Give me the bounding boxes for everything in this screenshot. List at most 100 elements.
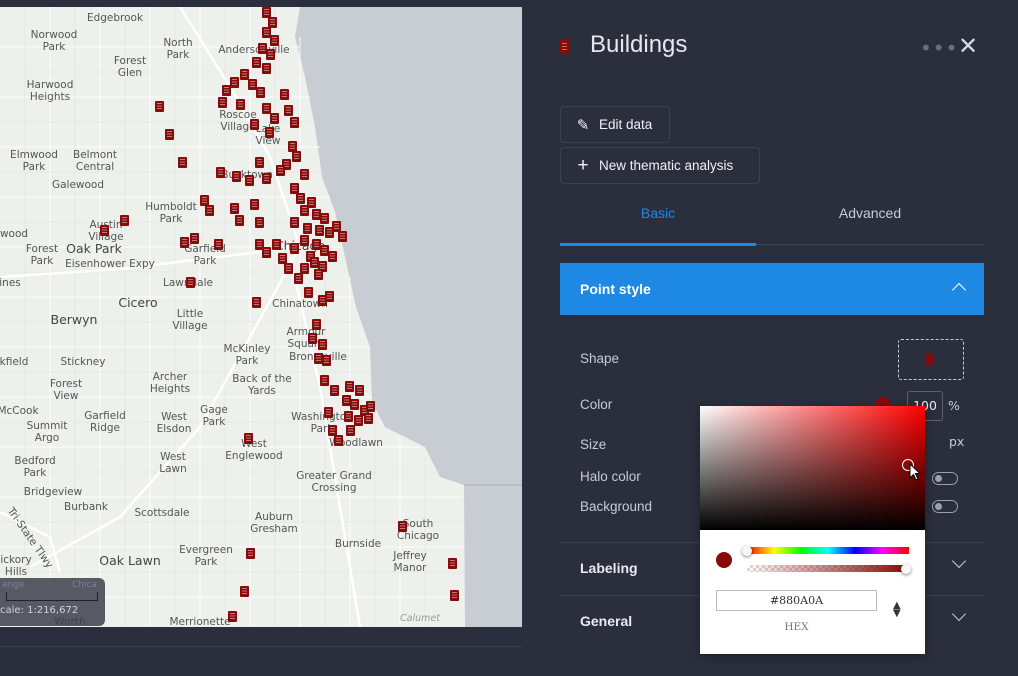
building-marker[interactable]: [262, 247, 271, 258]
building-marker[interactable]: [346, 425, 355, 436]
edit-data-button[interactable]: ✎ Edit data: [560, 106, 670, 143]
building-marker[interactable]: [120, 215, 129, 226]
map-view[interactable]: Edgebrook Norwood Park North Park Andersonv…: [0, 7, 522, 627]
hue-slider[interactable]: [747, 547, 909, 554]
building-marker[interactable]: [290, 243, 299, 254]
building-marker[interactable]: [318, 339, 327, 350]
building-marker[interactable]: [322, 355, 331, 366]
new-thematic-analysis-button[interactable]: + New thematic analysis: [560, 147, 760, 184]
building-marker[interactable]: [308, 333, 317, 344]
building-marker[interactable]: [314, 269, 323, 280]
hex-input[interactable]: #880A0A: [716, 590, 877, 611]
building-marker[interactable]: [350, 399, 359, 410]
building-marker[interactable]: [165, 129, 174, 140]
building-marker[interactable]: [265, 127, 274, 138]
building-marker[interactable]: [364, 413, 373, 424]
building-marker[interactable]: [236, 99, 245, 110]
building-marker[interactable]: [186, 277, 195, 288]
more-icon[interactable]: •••: [920, 36, 958, 60]
alpha-slider[interactable]: [747, 565, 909, 572]
building-marker[interactable]: [324, 407, 333, 418]
building-marker[interactable]: [214, 239, 223, 250]
building-marker[interactable]: [266, 49, 275, 60]
building-marker[interactable]: [218, 97, 227, 108]
building-marker[interactable]: [334, 435, 343, 446]
building-marker[interactable]: [330, 385, 339, 396]
hue-slider-handle[interactable]: [742, 546, 752, 556]
building-marker[interactable]: [245, 175, 254, 186]
building-marker[interactable]: [240, 586, 249, 597]
building-marker[interactable]: [230, 77, 239, 88]
shape-selector[interactable]: [898, 339, 964, 380]
building-marker[interactable]: [216, 167, 225, 178]
building-marker[interactable]: [290, 217, 299, 228]
point-style-section-header[interactable]: Point style: [560, 263, 984, 315]
tab-advanced[interactable]: Advanced: [772, 205, 968, 221]
tab-basic[interactable]: Basic: [560, 205, 756, 221]
close-icon[interactable]: ✕: [958, 34, 978, 58]
alpha-slider-handle[interactable]: [901, 564, 911, 574]
building-marker[interactable]: [315, 225, 324, 236]
building-marker[interactable]: [320, 213, 329, 224]
building-marker[interactable]: [232, 171, 241, 182]
building-marker[interactable]: [345, 381, 354, 392]
building-marker[interactable]: [100, 225, 109, 236]
building-marker[interactable]: [252, 297, 261, 308]
building-marker[interactable]: [320, 375, 329, 386]
building-marker[interactable]: [300, 235, 309, 246]
building-marker[interactable]: [230, 203, 239, 214]
building-marker[interactable]: [222, 85, 231, 96]
place-label: Calumet: [400, 613, 440, 624]
building-marker[interactable]: [290, 117, 299, 128]
building-marker[interactable]: [398, 521, 407, 532]
building-marker[interactable]: [366, 401, 375, 412]
building-marker[interactable]: [276, 165, 285, 176]
building-marker[interactable]: [270, 113, 279, 124]
building-marker[interactable]: [262, 63, 271, 74]
building-marker[interactable]: [180, 237, 189, 248]
building-marker[interactable]: [178, 157, 187, 168]
format-toggle-icon[interactable]: ▲ ▼: [893, 601, 901, 619]
building-marker[interactable]: [255, 157, 264, 168]
building-marker[interactable]: [354, 415, 363, 426]
building-marker[interactable]: [255, 217, 264, 228]
building-marker[interactable]: [272, 239, 281, 250]
building-marker[interactable]: [244, 433, 253, 444]
building-marker[interactable]: [155, 101, 164, 112]
place-label: Eisenhower Expy: [65, 258, 155, 270]
building-marker[interactable]: [280, 89, 289, 100]
building-marker[interactable]: [450, 590, 459, 601]
building-marker[interactable]: [228, 611, 237, 622]
building-marker[interactable]: [205, 205, 214, 216]
building-marker[interactable]: [355, 385, 364, 396]
building-marker[interactable]: [344, 411, 353, 422]
building-marker[interactable]: [294, 273, 303, 284]
building-marker[interactable]: [190, 233, 199, 244]
halo-color-toggle[interactable]: [932, 472, 958, 485]
building-marker[interactable]: [262, 173, 271, 184]
building-marker[interactable]: [300, 169, 309, 180]
building-marker[interactable]: [325, 291, 334, 302]
building-marker[interactable]: [328, 251, 337, 262]
building-marker[interactable]: [303, 223, 312, 234]
saturation-area[interactable]: [700, 406, 925, 530]
background-toggle[interactable]: [932, 500, 958, 513]
building-marker[interactable]: [296, 193, 305, 204]
building-marker[interactable]: [250, 199, 259, 210]
building-marker[interactable]: [284, 105, 293, 116]
building-marker[interactable]: [270, 35, 279, 46]
building-marker[interactable]: [235, 215, 244, 226]
building-marker[interactable]: [284, 263, 293, 274]
shape-label: Shape: [580, 351, 620, 366]
building-marker[interactable]: [256, 87, 265, 98]
place-label: ickory Hills: [0, 554, 32, 578]
building-marker[interactable]: [300, 205, 309, 216]
building-marker[interactable]: [250, 119, 259, 130]
building-marker[interactable]: [338, 231, 347, 242]
building-marker[interactable]: [246, 548, 255, 559]
building-marker[interactable]: [304, 287, 313, 298]
building-marker[interactable]: [312, 319, 321, 330]
building-marker[interactable]: [292, 151, 301, 162]
building-marker[interactable]: [252, 57, 261, 68]
building-marker[interactable]: [448, 558, 457, 569]
